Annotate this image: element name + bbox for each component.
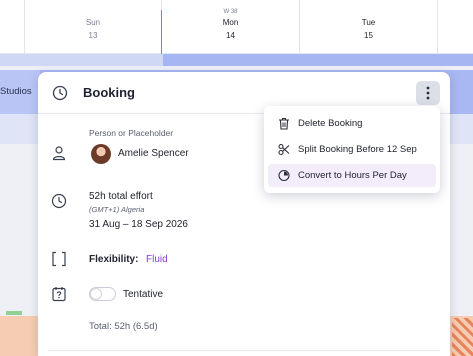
clock-icon <box>51 193 67 209</box>
menu-item-convert-hours[interactable]: Convert to Hours Per Day <box>268 164 436 187</box>
booking-options-menu: Delete Booking Split Booking Before 12 S… <box>264 106 440 193</box>
effort-text[interactable]: 52h total effort <box>89 191 153 202</box>
scissors-icon <box>278 143 290 156</box>
flexibility-value[interactable]: Fluid <box>146 254 168 265</box>
menu-item-split-booking[interactable]: Split Booking Before 12 Sep <box>268 138 436 161</box>
day-column-tue: Tue 15 <box>299 0 437 54</box>
person-icon <box>52 146 66 161</box>
day-column-sun: Sun 13 <box>24 0 161 54</box>
day-name: Mon <box>222 18 239 27</box>
menu-item-label: Delete Booking <box>298 118 363 129</box>
avatar <box>91 144 111 164</box>
total-text: Total: 52h (6.5d) <box>89 321 158 332</box>
clock-half-icon <box>278 169 290 182</box>
availability-mark <box>6 311 22 315</box>
day-number: 15 <box>364 31 373 40</box>
day-name: Sun <box>85 18 101 27</box>
menu-item-label: Convert to Hours Per Day <box>298 170 407 181</box>
day-column-mon: W 38 Mon 14 <box>161 0 299 54</box>
divider <box>48 350 440 351</box>
question-calendar-icon <box>52 287 66 302</box>
tentative-label: Tentative <box>123 289 164 300</box>
menu-item-label: Split Booking Before 12 Sep <box>298 144 417 155</box>
panel-title: Booking <box>83 85 135 100</box>
day-number: 13 <box>88 31 98 40</box>
timezone-text: (GMT+1) Algeria <box>89 205 145 214</box>
flexibility-label: Flexibility: <box>89 254 139 265</box>
time-off-hatch <box>452 318 473 356</box>
toggle-knob <box>91 289 101 299</box>
timeline-header: Sun 13 W 38 Mon 14 Tue 15 <box>0 0 473 54</box>
week-label: W 38 <box>223 9 238 15</box>
menu-item-delete-booking[interactable]: Delete Booking <box>268 112 436 135</box>
vertical-dots-icon <box>426 86 430 100</box>
clock-icon <box>52 85 68 101</box>
trash-icon <box>279 117 289 130</box>
day-number: 14 <box>226 31 235 40</box>
brackets-icon <box>52 251 66 267</box>
day-name: Tue <box>361 18 376 27</box>
day-column-wed <box>437 0 473 54</box>
today-line <box>161 10 162 54</box>
person-name[interactable]: Amelie Spencer <box>118 148 189 159</box>
person-section-label: Person or Placeholder <box>89 128 174 138</box>
capacity-strip-booked <box>163 54 473 66</box>
row-label: Studios <box>0 86 32 97</box>
more-options-button[interactable] <box>416 81 440 105</box>
date-range[interactable]: 31 Aug – 18 Sep 2026 <box>89 219 188 230</box>
tentative-toggle[interactable] <box>89 287 116 301</box>
